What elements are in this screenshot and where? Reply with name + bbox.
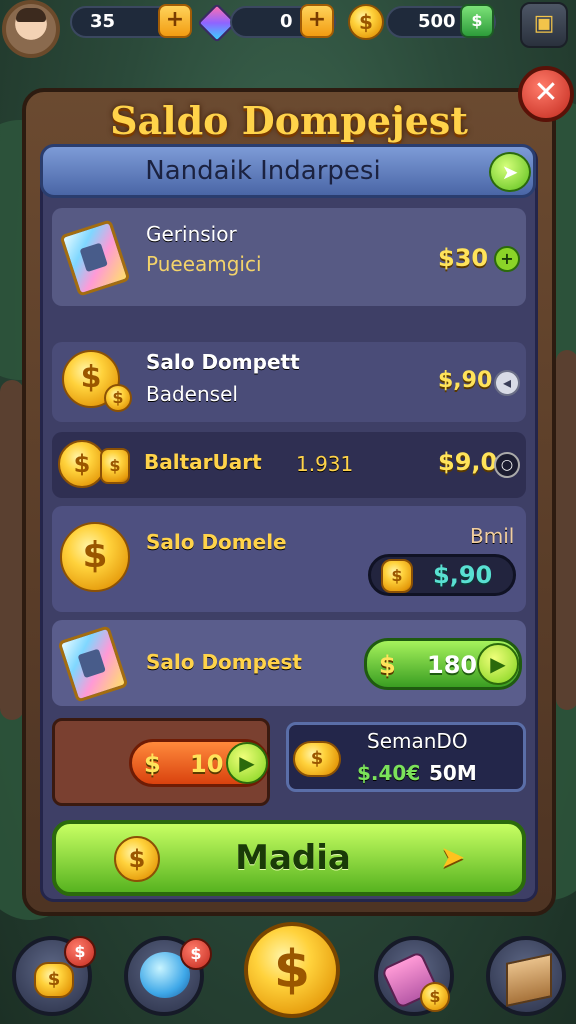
card-icon-2: [57, 625, 129, 703]
madia-arrow-icon: ➤: [440, 840, 466, 875]
list-item-baltaruart[interactable]: $ $ BaltarUart 1.931 $9,0 ○: [52, 432, 526, 498]
list-item-salo-domele[interactable]: $ Salo Domele Bmil $ $,90: [52, 506, 526, 612]
add-stat-1-button[interactable]: +: [158, 4, 192, 38]
row-3-timer-icon: ○: [494, 452, 520, 478]
offer-right-card[interactable]: $ SemanDO $.40€ 50M: [286, 722, 526, 792]
offer-right-amount: 50M: [429, 761, 477, 785]
stat-2-value: 0: [280, 11, 293, 32]
row-3-price: $9,0: [438, 448, 498, 476]
nav-inventory-coin-icon: $: [420, 982, 450, 1012]
row-4-tag: Bmil: [470, 524, 515, 548]
offer-left-button[interactable]: $ 10 ▶: [129, 739, 269, 787]
row-4-title: Salo Domele: [146, 530, 287, 554]
row-1-plus-button[interactable]: +: [494, 246, 520, 272]
offer-right-title: SemanDO: [367, 729, 468, 753]
add-stat-2-button[interactable]: +: [300, 4, 334, 38]
row-5-price-symbol: $: [379, 651, 396, 679]
big-coin-icon: $: [60, 522, 130, 592]
row-2-title: Salo Dompett: [146, 350, 300, 374]
coin-pile-icon-2: $: [100, 448, 130, 484]
close-button[interactable]: ✕: [518, 66, 574, 122]
nav-gems-badge: $: [180, 938, 212, 970]
stat-1-value: 35: [90, 11, 116, 32]
row-5-title: Salo Dompest: [146, 650, 302, 674]
stat-3-value: 500: [418, 11, 456, 32]
cash-icon[interactable]: $: [460, 4, 494, 38]
offer-left-symbol: $: [144, 750, 161, 778]
row-1-title: Gerinsior: [146, 222, 237, 246]
small-coin-icon: $: [104, 384, 132, 412]
offer-right-price: $.40€: [357, 761, 421, 785]
nav-box-button[interactable]: [486, 936, 566, 1016]
row-2-subtitle: Badensel: [146, 382, 238, 406]
nav-shop-badge: $: [64, 936, 96, 968]
subheader-label: Nandaik Indarpesi: [145, 156, 381, 186]
menu-corner-button[interactable]: ▣: [520, 2, 568, 48]
coin-pouch-icon: $: [381, 559, 413, 593]
top-bar: 35 + 0 + $ 500 $ ▣: [0, 0, 576, 58]
card-icon: [59, 219, 131, 297]
nav-center-coin-button[interactable]: $: [244, 922, 340, 1018]
row-2-action-button[interactable]: ◂: [494, 370, 520, 396]
row-5-buy-button[interactable]: $ 180 ▶: [364, 638, 522, 690]
row-3-value: 1.931: [296, 452, 354, 476]
player-avatar[interactable]: [2, 0, 60, 58]
row-3-title: BaltarUart: [144, 450, 262, 474]
row-5-arrow-icon: ▶: [477, 643, 519, 685]
subheader-go-button[interactable]: ➤: [489, 152, 531, 192]
dialog-title: Saldo Dompejest: [110, 98, 468, 143]
row-2-price: $,90: [438, 368, 493, 393]
row-5-price: 180: [427, 651, 478, 679]
offer-left-arrow-icon: ▶: [226, 742, 268, 784]
nav-inventory-button[interactable]: $: [374, 936, 454, 1016]
row-4-price-pill[interactable]: $ $,90: [368, 554, 516, 596]
coin-icon: $: [348, 4, 384, 40]
nav-shop-coin-icon: $: [34, 962, 74, 998]
coin-heap-icon: $: [293, 741, 341, 777]
list-item-salo-dompett[interactable]: $ $ Salo Dompett Badensel $,90 ◂: [52, 342, 526, 422]
row-1-price: $30: [438, 244, 489, 272]
nav-box-icon: [506, 953, 552, 1007]
offer-left-value: 10: [190, 750, 224, 778]
list-item-gerinsior[interactable]: Gerinsior Pueeamgici $30 +: [52, 208, 526, 306]
row-4-price: $,90: [433, 561, 493, 589]
madia-button[interactable]: $ Madia ➤: [52, 820, 526, 896]
row-1-subtitle: Pueeamgici: [146, 252, 262, 276]
coin-pile-icon: $: [58, 440, 106, 488]
dialog-subheader: Nandaik Indarpesi ➤: [40, 144, 536, 198]
offer-left-card[interactable]: $ 10 ▶: [52, 718, 270, 806]
list-item-salo-dompest[interactable]: Salo Dompest $ 180 ▶: [52, 620, 526, 706]
